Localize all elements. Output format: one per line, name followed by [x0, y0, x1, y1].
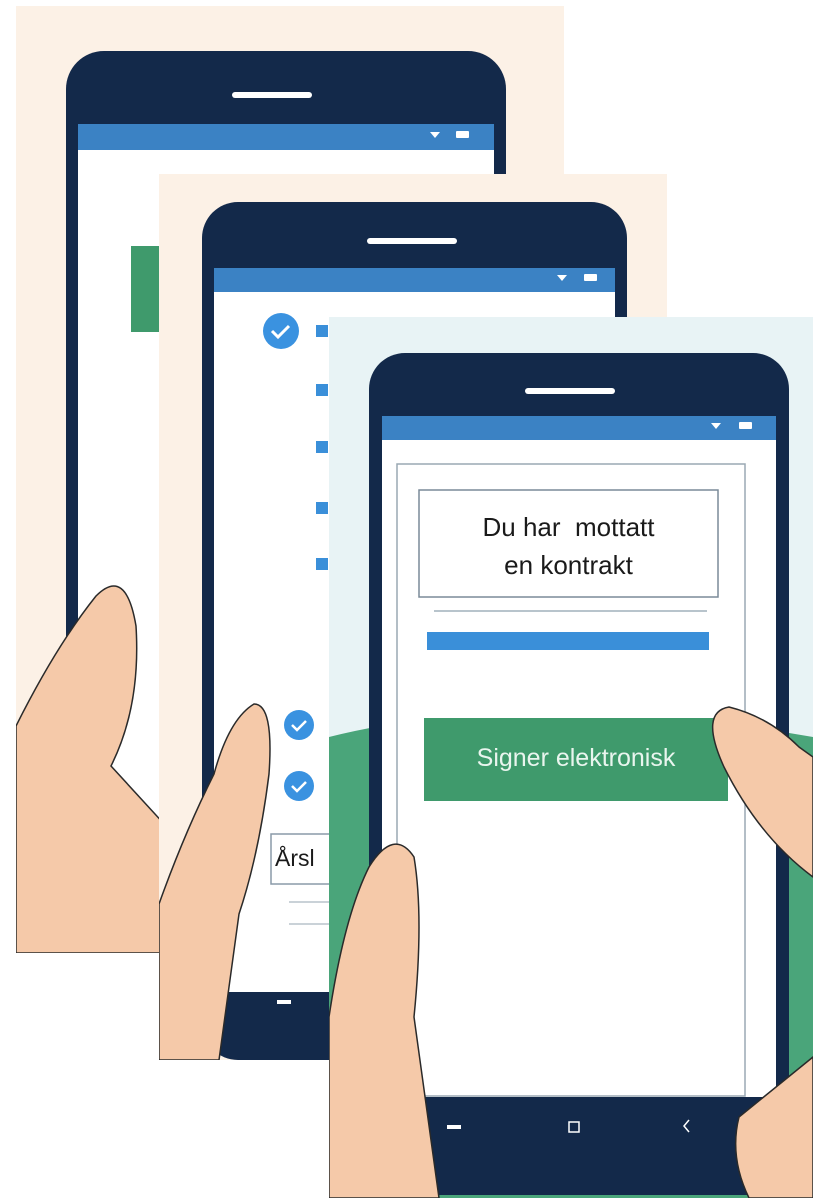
sign-electronically-button[interactable]: Signer elektronisk: [424, 741, 728, 775]
front-status-bar: [382, 416, 776, 440]
contract-message-line1: Du har mottatt: [482, 512, 655, 542]
battery-icon: [456, 131, 469, 138]
back-status-bar: [78, 124, 494, 150]
recent-apps-icon: [447, 1125, 461, 1129]
middle-partial-label: Årsl: [275, 845, 315, 871]
battery-icon: [584, 274, 597, 281]
front-illustration-card: Du har mottatt en kontrakt Signer elektr…: [329, 317, 813, 1198]
middle-list-bullet: [316, 325, 328, 337]
front-phone-speaker: [525, 388, 615, 394]
middle-phone-speaker: [367, 238, 457, 244]
middle-list-bullet: [316, 441, 328, 453]
middle-list-bullet: [316, 558, 328, 570]
back-phone-speaker: [232, 92, 312, 98]
middle-list-bullet: [316, 384, 328, 396]
checkmark-circle-icon: [263, 313, 299, 349]
recent-apps-icon: [277, 1000, 291, 1004]
checkmark-circle-icon: [284, 710, 314, 740]
front-nav-bar: [382, 1099, 776, 1169]
battery-icon: [739, 422, 752, 429]
contract-message-line2: en kontrakt: [504, 550, 633, 580]
middle-list-bullet: [316, 502, 328, 514]
checkmark-circle-icon: [284, 771, 314, 801]
front-progress-bar: [427, 632, 709, 650]
middle-status-bar: [214, 268, 615, 292]
